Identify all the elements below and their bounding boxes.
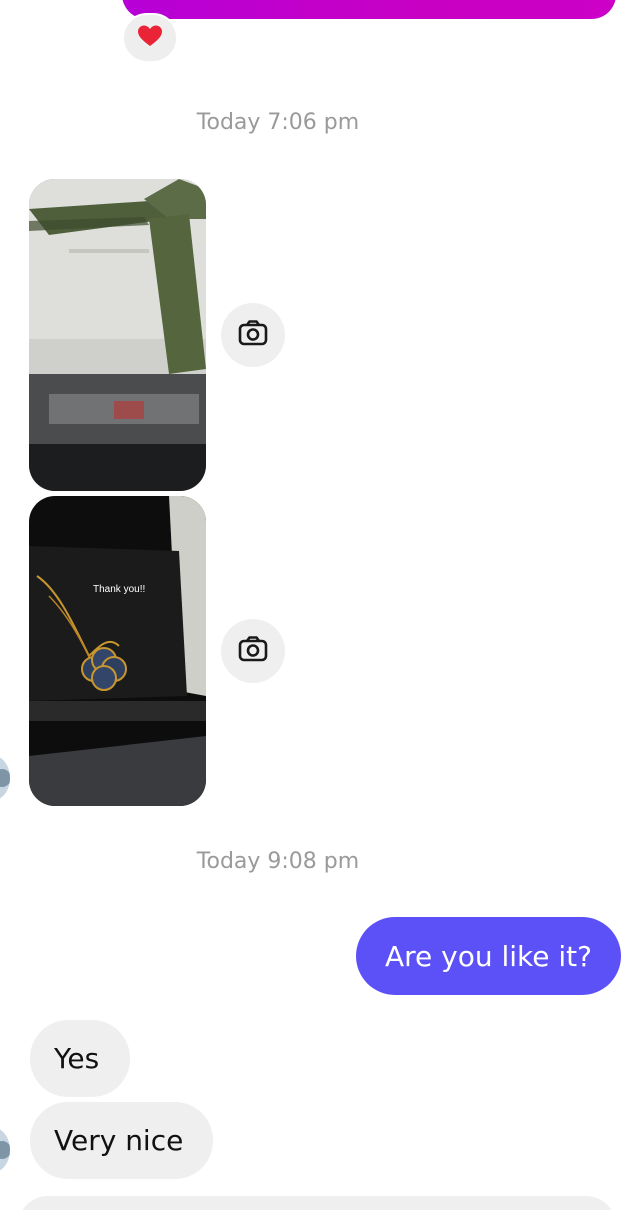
- camera-icon: [238, 320, 268, 350]
- view-photo-button[interactable]: [221, 619, 285, 683]
- camera-icon: [238, 636, 268, 666]
- sender-avatar[interactable]: [0, 756, 10, 800]
- timestamp: Today 7:06 pm: [196, 110, 360, 135]
- message-composer[interactable]: [18, 1196, 616, 1210]
- photo-message-necklace[interactable]: Thank you!!: [29, 496, 206, 806]
- view-photo-button[interactable]: [221, 303, 285, 367]
- outgoing-message-bubble[interactable]: Are you like it?: [356, 917, 621, 995]
- chat-thread: Today 7:06 pm Thank you!! Today 9:08 pm …: [0, 0, 637, 1210]
- incoming-message-bubble[interactable]: Yes: [30, 1020, 130, 1097]
- reaction-badge[interactable]: [122, 13, 178, 63]
- timestamp: Today 9:08 pm: [196, 849, 360, 874]
- sender-avatar[interactable]: [0, 1128, 10, 1172]
- incoming-message-bubble[interactable]: Very nice: [30, 1102, 213, 1179]
- previous-message-bubble[interactable]: [122, 0, 616, 19]
- photo-caption: Thank you!!: [93, 584, 146, 595]
- photo-message-gift-box[interactable]: [29, 179, 206, 491]
- heart-icon: [137, 24, 163, 52]
